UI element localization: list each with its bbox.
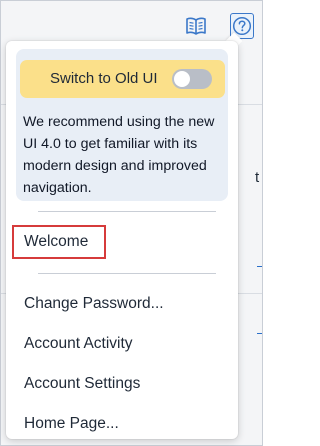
user-menu-dropdown: Switch to Old UI We recommend using the … <box>6 41 238 439</box>
switch-label: Switch to Old UI <box>50 70 158 87</box>
background-link-fragment <box>257 333 262 334</box>
account-settings-item[interactable]: Account Settings <box>24 375 140 393</box>
account-activity-item[interactable]: Account Activity <box>24 335 133 353</box>
ui-toggle-switch[interactable] <box>172 69 212 89</box>
recommendation-text: We recommend using the new UI 4.0 to get… <box>23 114 215 196</box>
book-open-icon[interactable] <box>184 13 208 39</box>
ui-switch-card: Switch to Old UI We recommend using the … <box>16 49 228 201</box>
background-text-fragment: t <box>255 169 260 186</box>
menu-divider <box>38 211 216 212</box>
toggle-knob <box>174 71 190 87</box>
menu-divider <box>38 273 216 274</box>
switch-to-old-ui-toggle-row[interactable]: Switch to Old UI <box>20 60 225 98</box>
welcome-item[interactable]: Welcome <box>24 233 88 251</box>
change-password-item[interactable]: Change Password... <box>24 295 164 313</box>
home-page-item[interactable]: Home Page... <box>24 415 119 433</box>
background-link-fragment <box>257 266 262 267</box>
